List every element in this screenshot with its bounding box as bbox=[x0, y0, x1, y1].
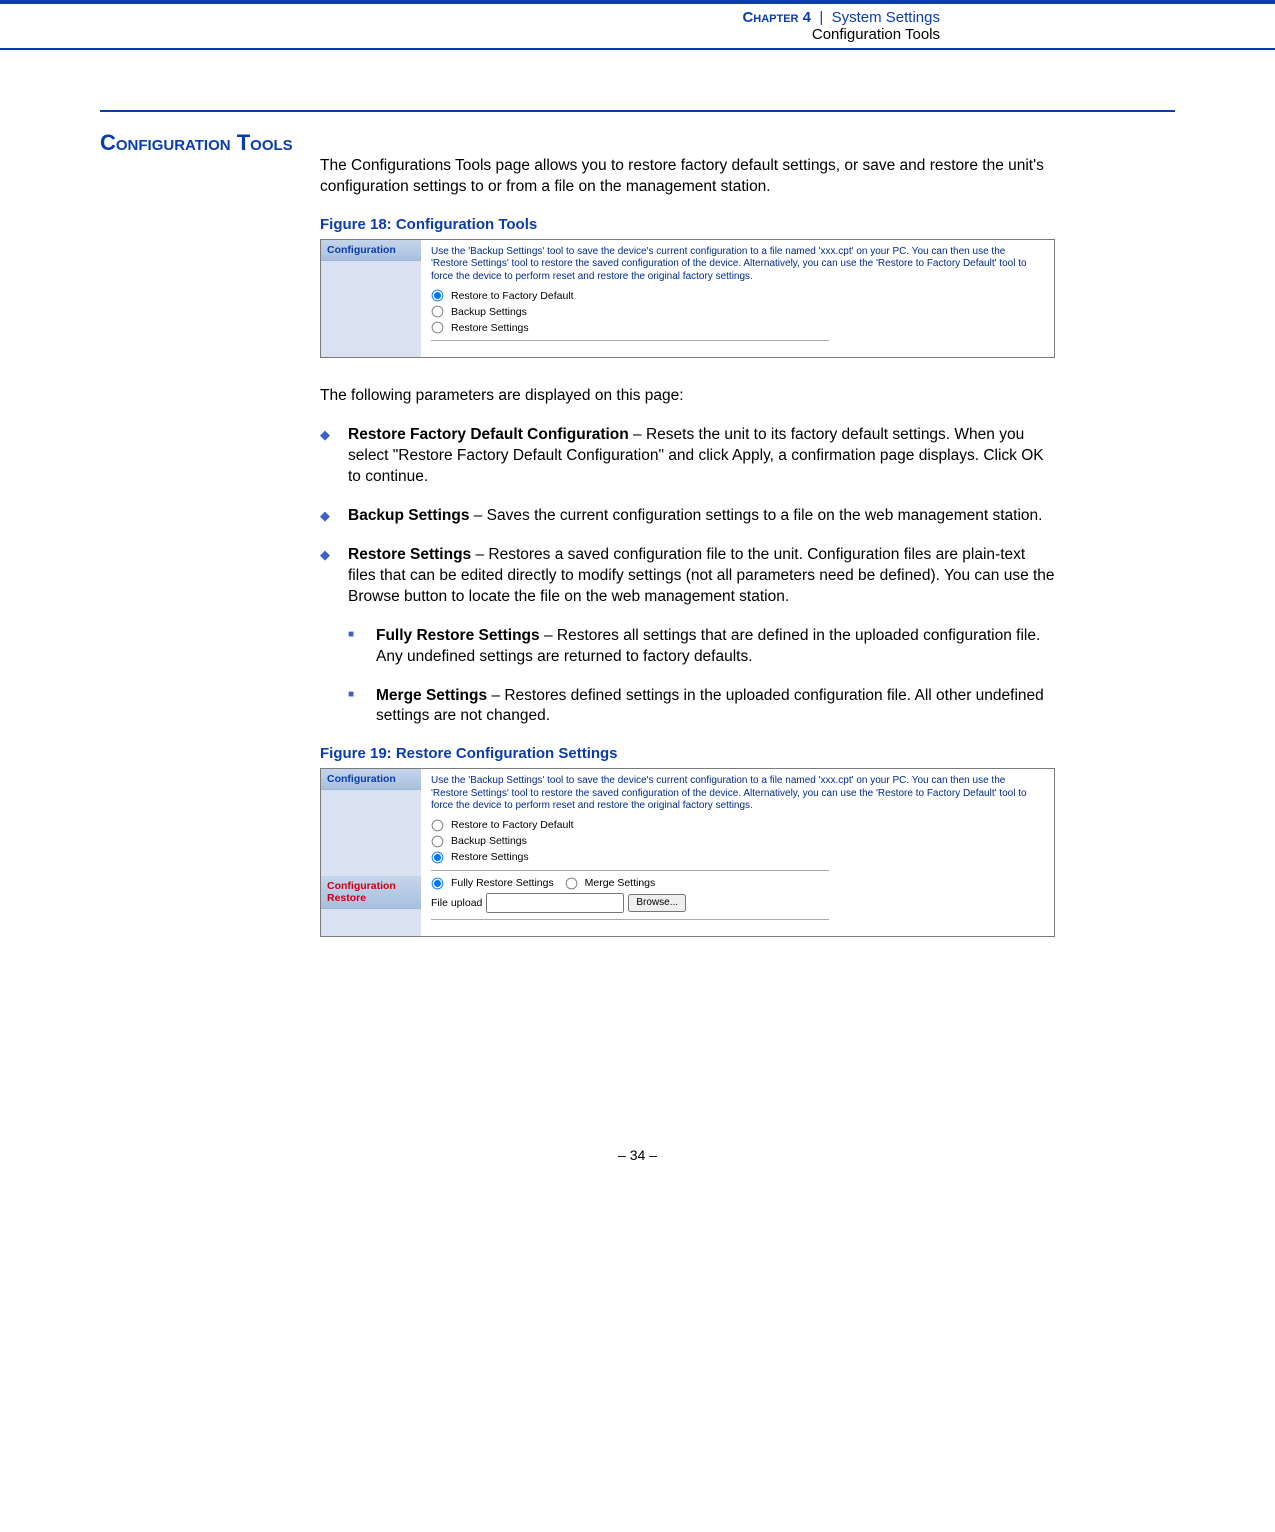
header-line-1: Chapter 4 | System Settings bbox=[0, 9, 940, 26]
page-body: Configuration Tools The Configurations T… bbox=[0, 50, 1275, 1193]
fig19-backup-label: Backup Settings bbox=[451, 835, 527, 847]
fig19-sidebar-configuration-restore[interactable]: Configuration Restore bbox=[321, 876, 421, 909]
fig19-divider-1 bbox=[431, 870, 829, 871]
fig19-divider-2 bbox=[431, 919, 829, 920]
fig18-sidebar: Configuration bbox=[321, 240, 421, 358]
sub-parameter-list: Fully Restore Settings – Restores all se… bbox=[320, 626, 1055, 728]
fig18-radio-restore[interactable] bbox=[432, 322, 444, 334]
fig19-fully-label: Fully Restore Settings bbox=[451, 877, 554, 889]
parameter-list: Restore Factory Default Configuration – … bbox=[320, 425, 1055, 607]
figure-19-screenshot: Configuration Configuration Restore Use … bbox=[320, 768, 1055, 937]
fig18-radio-backup[interactable] bbox=[432, 306, 444, 318]
bullet-backup-bold: Backup Settings bbox=[348, 507, 469, 524]
fig18-divider bbox=[431, 340, 829, 341]
bullet-merge-bold: Merge Settings bbox=[376, 687, 487, 704]
fig19-radio-restore-default[interactable] bbox=[432, 820, 444, 832]
fig19-browse-button[interactable]: Browse... bbox=[628, 894, 686, 912]
bullet-backup-text: – Saves the current configuration settin… bbox=[469, 507, 1042, 524]
chapter-label: Chapter 4 bbox=[742, 9, 811, 26]
figure-18-screenshot: Configuration Use the 'Backup Settings' … bbox=[320, 239, 1055, 359]
fig19-restore-default-label: Restore to Factory Default bbox=[451, 819, 574, 831]
figure-19-label: Figure 19: Restore Configuration Setting… bbox=[320, 745, 1055, 762]
bullet-backup: Backup Settings – Saves the current conf… bbox=[320, 506, 1055, 527]
params-intro: The following parameters are displayed o… bbox=[320, 386, 1055, 407]
bullet-restore-factory: Restore Factory Default Configuration – … bbox=[320, 425, 1055, 488]
intro-paragraph: The Configurations Tools page allows you… bbox=[320, 156, 1055, 198]
bullet-merge: Merge Settings – Restores defined settin… bbox=[348, 686, 1055, 728]
section-divider bbox=[100, 110, 1175, 112]
header-section: System Settings bbox=[832, 9, 940, 26]
bullet-restore-bold: Restore Settings bbox=[348, 546, 471, 563]
fig19-merge-label: Merge Settings bbox=[585, 877, 656, 889]
fig19-radio-backup[interactable] bbox=[432, 836, 444, 848]
fig18-restore-label: Restore Settings bbox=[451, 322, 529, 334]
fig18-sidebar-configuration[interactable]: Configuration bbox=[321, 240, 421, 261]
bullet-restore: Restore Settings – Restores a saved conf… bbox=[320, 545, 1055, 608]
fig18-restore-default-label: Restore to Factory Default bbox=[451, 290, 574, 302]
fig19-radio-fully-restore[interactable] bbox=[432, 878, 444, 890]
page-header: Chapter 4 | System Settings Configuratio… bbox=[0, 0, 1275, 50]
fig19-restore-label: Restore Settings bbox=[451, 851, 529, 863]
fig19-file-upload-label: File upload bbox=[431, 897, 482, 909]
fig19-radio-merge[interactable] bbox=[565, 878, 577, 890]
section-title: Configuration Tools bbox=[100, 130, 1175, 156]
header-separator: | bbox=[819, 9, 823, 26]
fig19-sidebar-configuration[interactable]: Configuration bbox=[321, 769, 421, 790]
bullet-fully-restore-bold: Fully Restore Settings bbox=[376, 627, 540, 644]
page-number: – 34 – bbox=[100, 1147, 1175, 1193]
fig18-backup-label: Backup Settings bbox=[451, 306, 527, 318]
fig19-help-text: Use the 'Backup Settings' tool to save t… bbox=[431, 775, 1044, 813]
fig19-radio-restore[interactable] bbox=[432, 852, 444, 864]
fig18-help-text: Use the 'Backup Settings' tool to save t… bbox=[431, 246, 1044, 284]
figure-18-label: Figure 18: Configuration Tools bbox=[320, 216, 1055, 233]
header-subsection: Configuration Tools bbox=[0, 26, 940, 43]
fig18-content: Use the 'Backup Settings' tool to save t… bbox=[421, 240, 1054, 358]
fig18-radio-restore-default[interactable] bbox=[432, 290, 444, 302]
fig19-sidebar-spacer bbox=[321, 790, 421, 876]
bullet-fully-restore: Fully Restore Settings – Restores all se… bbox=[348, 626, 1055, 668]
bullet-restore-factory-bold: Restore Factory Default Configuration bbox=[348, 426, 629, 443]
fig19-content: Use the 'Backup Settings' tool to save t… bbox=[421, 769, 1054, 936]
fig19-sidebar: Configuration Configuration Restore bbox=[321, 769, 421, 936]
fig19-file-upload-input[interactable] bbox=[486, 893, 624, 913]
